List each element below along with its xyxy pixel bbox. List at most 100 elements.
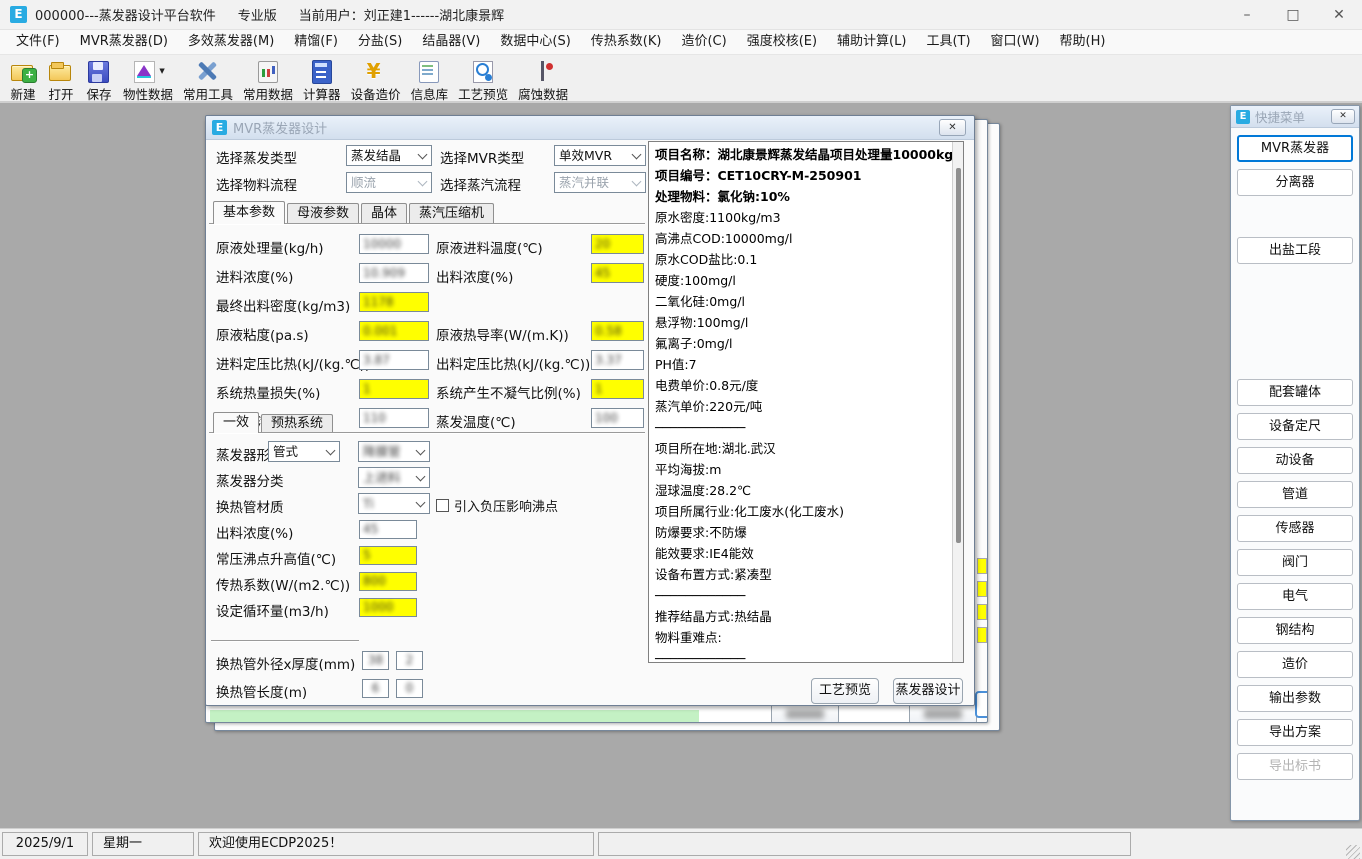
blurred-label [924, 709, 962, 719]
form-input[interactable]: 0.58 [591, 321, 644, 341]
quick-menu-button[interactable]: 分离器 [1237, 169, 1353, 196]
toolbar-button[interactable]: 常用工具 [178, 57, 238, 104]
form-input[interactable]: 10000 [359, 234, 429, 254]
toolbar-icon [415, 59, 441, 83]
menu-item[interactable]: 传热系数(K) [581, 30, 672, 54]
scrollbar-thumb[interactable] [956, 168, 961, 543]
quick-menu-button[interactable]: 出盐工段 [1237, 237, 1353, 264]
quick-menu-button[interactable]: 导出标书 [1237, 753, 1353, 780]
evaporator-design-button[interactable]: 蒸发器设计 [893, 678, 963, 704]
form-input[interactable]: 5 [359, 546, 417, 565]
menu-item[interactable]: 分盐(S) [348, 30, 412, 54]
menu-item[interactable]: 文件(F) [6, 30, 70, 54]
menu-item[interactable]: 精馏(F) [284, 30, 348, 54]
checkbox[interactable] [436, 499, 449, 512]
toolbar-button[interactable]: 打开 [42, 57, 80, 104]
basic-params-form: 原液处理量(kg/h) 10000 原液进料温度(℃) 20 进料浓度(%) 1… [212, 232, 645, 435]
toolbar-button[interactable]: 工艺预览 [453, 57, 513, 104]
form-input[interactable]: 3.37 [591, 350, 644, 370]
chevron-down-icon [416, 498, 426, 508]
progress-fill [210, 710, 699, 722]
form-input[interactable]: 10.909 [359, 263, 429, 283]
quick-menu-button[interactable]: 管道 [1237, 481, 1353, 508]
toolbar-button[interactable]: 信息库 [406, 57, 454, 104]
resize-grip-icon[interactable] [1346, 845, 1360, 859]
toolbar-button[interactable]: 计算器 [298, 57, 346, 104]
process-preview-button[interactable]: 工艺预览 [811, 678, 879, 704]
mvr-type-select[interactable]: 单效MVR [554, 145, 646, 166]
menu-item[interactable]: MVR蒸发器(D) [70, 30, 178, 54]
toolbar-button[interactable]: 设备造价 [346, 57, 406, 104]
quick-menu-button[interactable]: 设备定尺 [1237, 413, 1353, 440]
form-input[interactable]: 1000 [359, 598, 417, 617]
form-input[interactable]: 45 [591, 263, 644, 283]
menu-item[interactable]: 工具(T) [916, 30, 980, 54]
form-input[interactable]: 110 [359, 408, 429, 428]
toolbar-button[interactable]: 腐蚀数据 [513, 57, 573, 104]
quick-menu-group: 出盐工段 [1231, 237, 1359, 264]
form-input[interactable]: 800 [359, 572, 417, 591]
form-input[interactable]: 38 [362, 651, 389, 670]
evaporator-form-select[interactable]: 管式 [268, 441, 340, 462]
quick-menu-button[interactable]: 输出参数 [1237, 685, 1353, 712]
form-input[interactable]: 20 [591, 234, 644, 254]
toolbar-button[interactable]: 保存 [80, 57, 118, 104]
tab[interactable]: 预热系统 [261, 414, 333, 433]
scrollbar[interactable] [952, 142, 963, 662]
menu-item[interactable]: 窗口(W) [981, 30, 1050, 54]
menu-item[interactable]: 强度校核(E) [737, 30, 827, 54]
quick-menu-close-button[interactable]: ✕ [1331, 109, 1355, 124]
form-input[interactable]: 6 [362, 679, 389, 698]
toolbar-button-label: 腐蚀数据 [518, 84, 568, 103]
divider [209, 432, 645, 433]
form-input[interactable]: 2 [396, 651, 423, 670]
menu-item[interactable]: 造价(C) [671, 30, 736, 54]
tab[interactable]: 一效 [213, 412, 259, 433]
toolbar-button[interactable]: 新建 [4, 57, 42, 104]
form-input[interactable]: 1178 [359, 292, 429, 312]
quick-menu-button[interactable]: 钢结构 [1237, 617, 1353, 644]
close-button[interactable]: ✕ [1316, 0, 1362, 30]
menu-item[interactable]: 数据中心(S) [490, 30, 580, 54]
quick-menu-button[interactable]: MVR蒸发器 [1237, 135, 1353, 162]
quick-menu-titlebar[interactable]: E 快捷菜单 ✕ [1231, 106, 1359, 128]
form-input[interactable]: 0 [396, 679, 423, 698]
form-input[interactable]: 100 [591, 408, 644, 428]
menu-item[interactable]: 多效蒸发器(M) [178, 30, 284, 54]
tube-material-select[interactable]: Ti [358, 493, 430, 514]
form-input[interactable]: 1 [359, 379, 429, 399]
quick-menu-button[interactable]: 导出方案 [1237, 719, 1353, 746]
minimize-button[interactable]: – [1224, 0, 1270, 30]
field-label: 选择蒸汽流程 [440, 174, 521, 194]
form-row: 换热管长度(m) 6 0 [212, 676, 645, 704]
quick-menu-button[interactable]: 阀门 [1237, 549, 1353, 576]
field-label: 常压沸点升高值(℃) [216, 548, 336, 568]
quick-menu-button[interactable]: 传感器 [1237, 515, 1353, 542]
dialog-close-button[interactable]: ✕ [939, 119, 966, 136]
tab[interactable]: 母液参数 [287, 203, 359, 224]
tab[interactable]: 蒸汽压缩机 [409, 203, 494, 224]
evaporator-subform-select[interactable]: 降膜管 [358, 441, 430, 462]
toolbar-button-label: 常用工具 [183, 84, 233, 103]
quick-menu-button[interactable]: 造价 [1237, 651, 1353, 678]
quick-menu-button[interactable]: 电气 [1237, 583, 1353, 610]
maximize-button[interactable]: □ [1270, 0, 1316, 30]
menu-item[interactable]: 辅助计算(L) [827, 30, 916, 54]
evap-type-select[interactable]: 蒸发结晶 [346, 145, 432, 166]
menu-item[interactable]: 帮助(H) [1050, 30, 1116, 54]
form-input[interactable]: 0.001 [359, 321, 429, 341]
toolbar-button[interactable]: 常用数据 [238, 57, 298, 104]
dialog-titlebar[interactable]: E MVR蒸发器设计 ✕ [206, 116, 974, 140]
quick-menu-button[interactable]: 动设备 [1237, 447, 1353, 474]
form-input[interactable]: 45 [359, 520, 417, 539]
menu-item[interactable]: 结晶器(V) [412, 30, 490, 54]
tab[interactable]: 晶体 [361, 203, 407, 224]
form-input[interactable]: 3.87 [359, 350, 429, 370]
project-info-panel[interactable]: 项目名称：湖北康景辉蒸发结晶项目处理量10000kgh项目编号：CET10CRY… [648, 141, 964, 663]
tab[interactable]: 基本参数 [213, 201, 285, 224]
evaporator-class-select[interactable]: 上进料 [358, 467, 430, 488]
field-label: 换热管外径x厚度(mm) [216, 653, 355, 673]
quick-menu-button[interactable]: 配套罐体 [1237, 379, 1353, 406]
toolbar-button[interactable]: ▼ 物性数据 [118, 57, 178, 104]
form-input[interactable]: 1 [591, 379, 644, 399]
